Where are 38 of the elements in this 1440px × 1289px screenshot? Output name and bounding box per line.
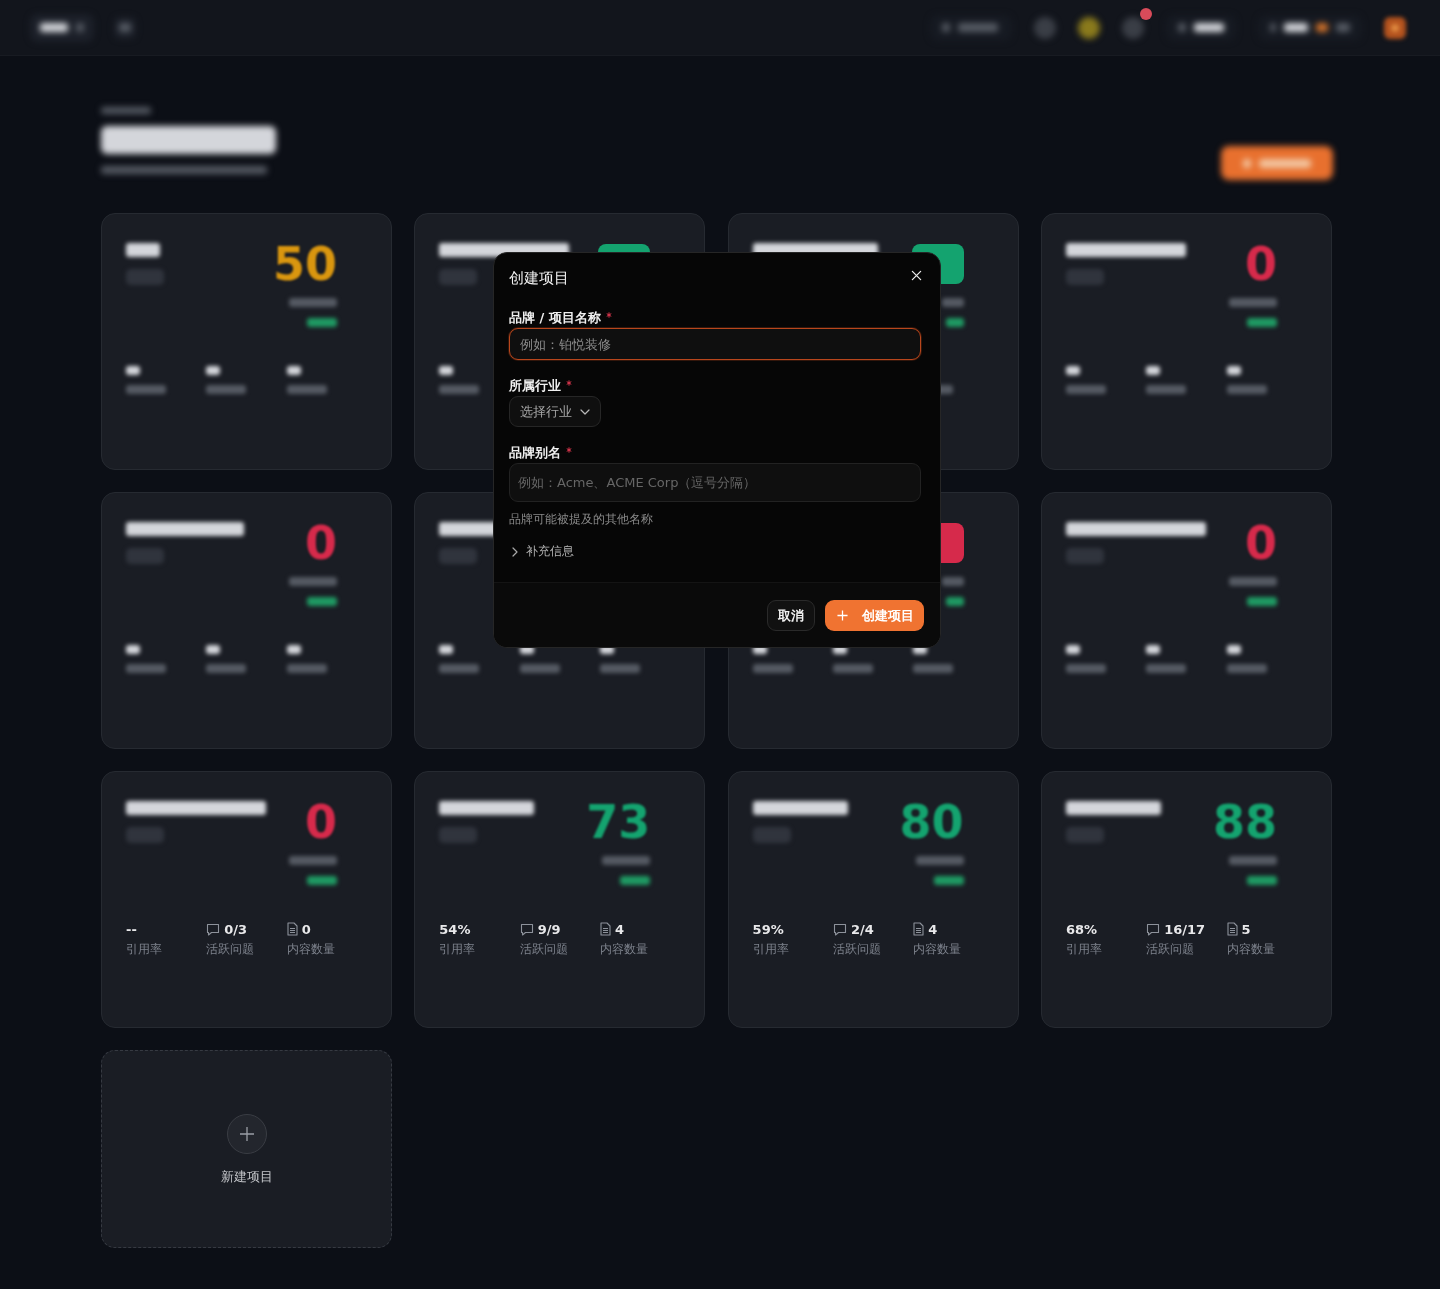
stat-value: 54% (439, 921, 471, 937)
stat-value: 4 (614, 921, 624, 937)
stat-label: 活跃问题 (832, 941, 882, 958)
stat-label: 内容数量 (913, 941, 963, 958)
stat-value: 0/3 (224, 921, 248, 937)
stat-value: 68% (1065, 921, 1097, 937)
score-value: 50 (273, 238, 337, 290)
score-value: 88 (1212, 796, 1277, 848)
stat-label: 引用率 (126, 941, 163, 958)
stat-label: 引用率 (752, 941, 790, 958)
stat-value: 5 (1241, 921, 1251, 937)
stat-label: 活跃问题 (206, 941, 256, 958)
stat-value: 16/17 (1164, 921, 1206, 937)
field-hint: 品牌可能被提及的其他名称 (509, 511, 654, 528)
field-label: 品牌别名 (509, 444, 561, 462)
stat-label: 活跃问题 (519, 941, 569, 958)
stat-value: 59% (752, 921, 784, 937)
score-value: 0 (1244, 517, 1277, 569)
score-value: 0 (1244, 238, 1277, 290)
score-value: 0 (305, 517, 337, 569)
field-label: 品牌 / 项目名称 (509, 309, 601, 327)
field-label: 所属行业 (509, 377, 561, 395)
dialog-title: 创建项目 (509, 268, 569, 288)
stat-value: 9/9 (537, 921, 561, 937)
stat-value: 4 (928, 921, 938, 937)
score-value: 0 (305, 796, 337, 848)
stat-label: 引用率 (439, 941, 477, 958)
stat-label: 内容数量 (599, 941, 649, 958)
stat-label: 内容数量 (286, 941, 336, 958)
stat-label: 内容数量 (1226, 941, 1276, 958)
stat-label: 活跃问题 (1146, 941, 1196, 958)
stat-value: -- (126, 921, 137, 937)
stat-value: 0 (301, 921, 311, 937)
score-value: 80 (899, 796, 964, 848)
stat-value: 2/4 (850, 921, 874, 937)
score-value: 73 (586, 796, 651, 848)
new-project-label: 新建项目 (220, 1168, 273, 1186)
stat-label: 引用率 (1065, 941, 1103, 958)
